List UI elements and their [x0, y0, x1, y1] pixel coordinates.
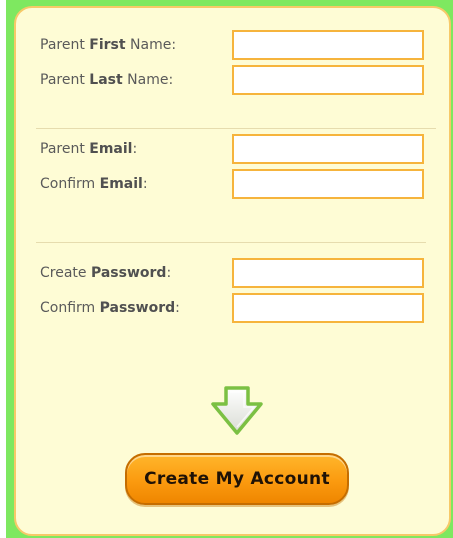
confirm-password-label: Confirm Password: [40, 300, 180, 316]
section-divider [36, 128, 436, 129]
parent-email-input[interactable] [232, 134, 424, 164]
parent-last-name-label: Parent Last Name: [40, 72, 174, 88]
confirm-password-row: Confirm Password: [16, 293, 449, 325]
parent-first-name-row: Parent First Name: [16, 30, 449, 62]
parent-first-name-input[interactable] [232, 30, 424, 60]
create-password-label: Create Password: [40, 265, 172, 281]
create-account-button-label: Create My Account [144, 469, 330, 489]
create-password-input[interactable] [232, 258, 424, 288]
signup-form-panel: Parent First Name: Parent Last Name: Par… [14, 6, 451, 536]
parent-last-name-row: Parent Last Name: [16, 65, 449, 97]
confirm-email-row: Confirm Email: [16, 169, 449, 201]
confirm-email-input[interactable] [232, 169, 424, 199]
confirm-password-input[interactable] [232, 293, 424, 323]
parent-email-row: Parent Email: [16, 134, 449, 166]
parent-email-label: Parent Email: [40, 141, 138, 157]
confirm-email-label: Confirm Email: [40, 176, 148, 192]
down-arrow-icon [211, 386, 263, 435]
section-divider [36, 242, 426, 243]
parent-first-name-label: Parent First Name: [40, 37, 177, 53]
parent-last-name-input[interactable] [232, 65, 424, 95]
create-password-row: Create Password: [16, 258, 449, 290]
signup-page: Parent First Name: Parent Last Name: Par… [0, 0, 453, 538]
create-account-button[interactable]: Create My Account [125, 453, 349, 505]
